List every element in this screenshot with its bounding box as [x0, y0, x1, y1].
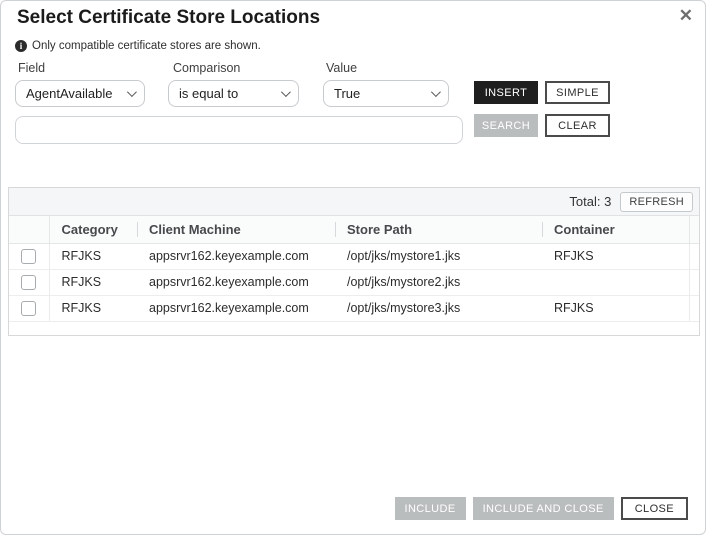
- cell-client-machine: appsrvr162.keyexample.com: [137, 243, 335, 269]
- refresh-button[interactable]: REFRESH: [620, 192, 693, 212]
- column-header-store-path: Store Path: [335, 216, 542, 243]
- dialog-title: Select Certificate Store Locations: [17, 7, 320, 29]
- chevron-down-icon: [431, 87, 441, 97]
- row-select-checkbox[interactable]: [21, 301, 36, 316]
- search-query-input[interactable]: [15, 116, 463, 144]
- value-select-value: True: [334, 86, 360, 101]
- info-icon: i: [15, 40, 27, 52]
- store-locations-grid: Category Client Machine Store Path Conta…: [9, 216, 699, 322]
- table-header-row: Category Client Machine Store Path Conta…: [9, 216, 699, 243]
- checkbox-column-header: [9, 216, 49, 243]
- table-toolbar: Total: 3 REFRESH: [9, 188, 699, 216]
- insert-button[interactable]: INSERT: [474, 81, 538, 104]
- cell-container: [542, 269, 689, 295]
- value-select[interactable]: True: [323, 80, 449, 107]
- cell-store-path: /opt/jks/mystore2.jks: [335, 269, 542, 295]
- value-label: Value: [326, 61, 357, 75]
- column-header-client-machine: Client Machine: [137, 216, 335, 243]
- info-note-row: i Only compatible certificate stores are…: [15, 40, 261, 52]
- cell-category: RFJKS: [49, 295, 137, 321]
- search-button[interactable]: SEARCH: [474, 114, 538, 137]
- row-select-checkbox[interactable]: [21, 249, 36, 264]
- simple-button[interactable]: SIMPLE: [545, 81, 610, 104]
- cell-store-path: /opt/jks/mystore3.jks: [335, 295, 542, 321]
- chevron-down-icon: [281, 87, 291, 97]
- cell-client-machine: appsrvr162.keyexample.com: [137, 295, 335, 321]
- spacer-cell: [689, 243, 699, 269]
- total-count-label: Total: 3: [569, 194, 611, 209]
- comparison-select[interactable]: is equal to: [168, 80, 299, 107]
- field-select-value: AgentAvailable: [26, 86, 113, 101]
- comparison-label: Comparison: [173, 61, 240, 75]
- field-select[interactable]: AgentAvailable: [15, 80, 145, 107]
- comparison-select-value: is equal to: [179, 86, 238, 101]
- column-header-category: Category: [49, 216, 137, 243]
- table-row: RFJKS appsrvr162.keyexample.com /opt/jks…: [9, 269, 699, 295]
- cell-category: RFJKS: [49, 243, 137, 269]
- table-row: RFJKS appsrvr162.keyexample.com /opt/jks…: [9, 243, 699, 269]
- certificate-store-table: Total: 3 REFRESH Category Client Machine…: [8, 187, 700, 336]
- cell-container: RFJKS: [542, 295, 689, 321]
- column-header-container: Container: [542, 216, 689, 243]
- include-and-close-button[interactable]: INCLUDE AND CLOSE: [473, 497, 614, 520]
- spacer-column-header: [689, 216, 699, 243]
- row-select-checkbox[interactable]: [21, 275, 36, 290]
- chevron-down-icon: [127, 87, 137, 97]
- dialog-footer: INCLUDE INCLUDE AND CLOSE CLOSE: [395, 497, 689, 520]
- cell-category: RFJKS: [49, 269, 137, 295]
- cell-container: RFJKS: [542, 243, 689, 269]
- clear-button[interactable]: CLEAR: [545, 114, 610, 137]
- table-row: RFJKS appsrvr162.keyexample.com /opt/jks…: [9, 295, 699, 321]
- spacer-cell: [689, 295, 699, 321]
- include-button[interactable]: INCLUDE: [395, 497, 466, 520]
- spacer-cell: [689, 269, 699, 295]
- close-button[interactable]: CLOSE: [621, 497, 688, 520]
- select-certificate-store-locations-dialog: Select Certificate Store Locations ✕ i O…: [0, 0, 706, 535]
- field-label: Field: [18, 61, 45, 75]
- cell-store-path: /opt/jks/mystore1.jks: [335, 243, 542, 269]
- info-note-text: Only compatible certificate stores are s…: [32, 40, 261, 52]
- close-icon[interactable]: ✕: [679, 6, 693, 26]
- cell-client-machine: appsrvr162.keyexample.com: [137, 269, 335, 295]
